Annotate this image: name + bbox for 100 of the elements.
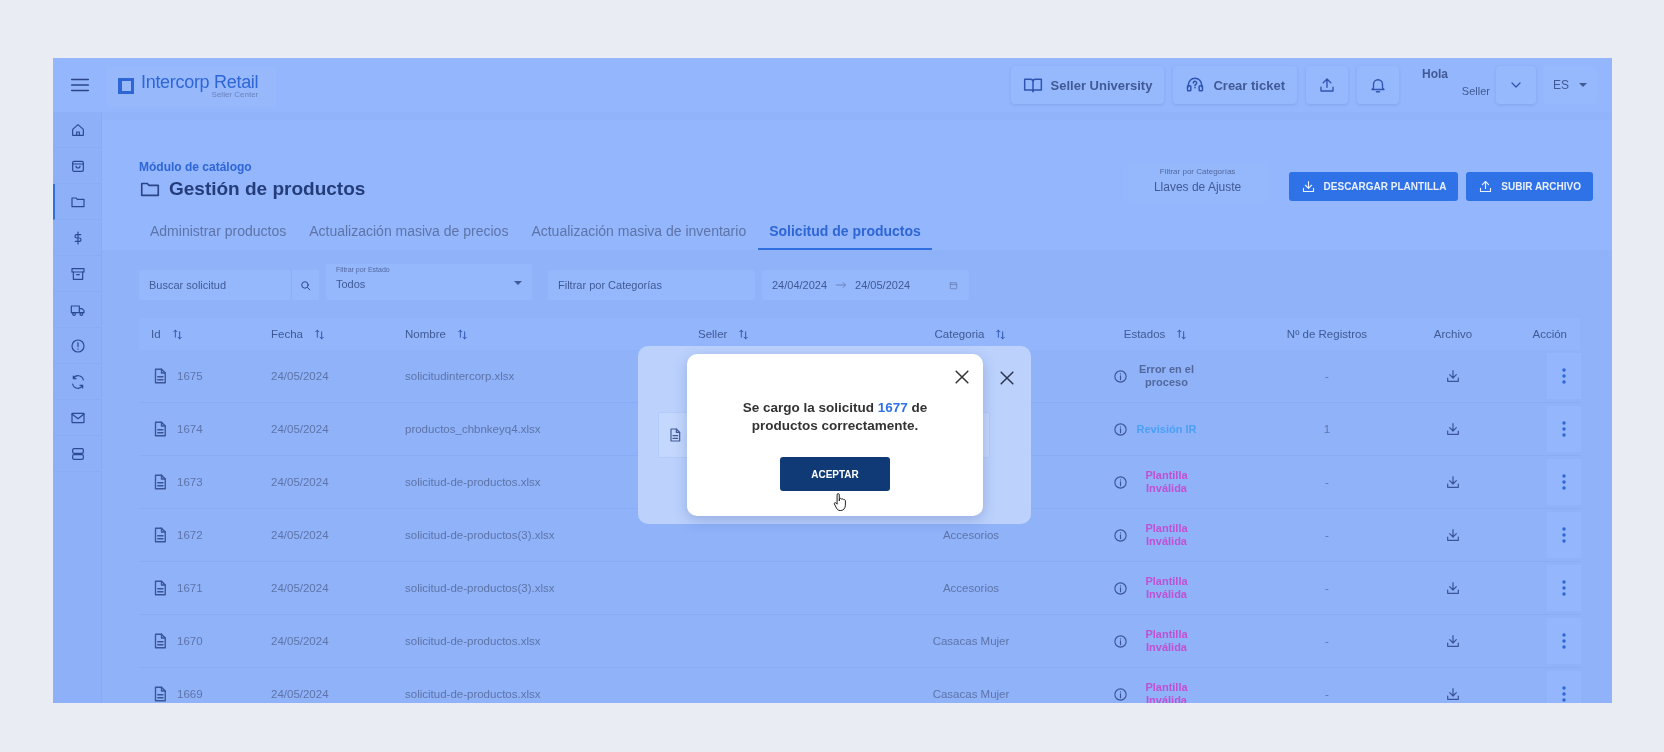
download-button[interactable] bbox=[1445, 527, 1461, 543]
status-text: Plantilla Inválida bbox=[1144, 575, 1189, 601]
tab[interactable]: Actualización masiva de inventario bbox=[520, 215, 758, 250]
caret-icon bbox=[1579, 83, 1587, 87]
tab[interactable]: Solicitud de productos bbox=[758, 215, 932, 250]
info-icon bbox=[1112, 368, 1128, 384]
table-cell: Accesorios bbox=[942, 529, 1000, 541]
table-cell: solicitud-de-productos.xlsx bbox=[405, 688, 541, 700]
create-ticket-button[interactable]: Crear ticket bbox=[1173, 66, 1297, 104]
column-header: Seller bbox=[698, 328, 728, 340]
table-cell: 24/05/2024 bbox=[271, 688, 329, 700]
table-cell: solicitud-de-productos.xlsx bbox=[405, 476, 541, 488]
info-icon bbox=[1112, 580, 1128, 596]
download-icon bbox=[1445, 527, 1461, 543]
arrow-icon bbox=[835, 279, 848, 291]
column-header: Acción bbox=[1532, 328, 1567, 340]
upload-button[interactable] bbox=[1306, 66, 1348, 104]
page-title: Gestión de productos bbox=[169, 178, 366, 200]
info-icon bbox=[1112, 421, 1128, 437]
table-cell: - bbox=[1325, 635, 1329, 647]
download-button[interactable] bbox=[1445, 421, 1461, 437]
table-cell: solicitudintercorp.xlsx bbox=[405, 370, 515, 382]
table-cell: - bbox=[1325, 582, 1329, 594]
table-cell: 1674 bbox=[177, 423, 203, 435]
table-cell: 24/05/2024 bbox=[271, 423, 329, 435]
table-cell: - bbox=[1325, 529, 1329, 541]
upload-file-button[interactable]: SUBIR ARCHIVO bbox=[1466, 172, 1593, 201]
info-icon bbox=[1112, 474, 1128, 490]
column-header: Categoria bbox=[934, 328, 985, 340]
upload-icon bbox=[1318, 76, 1336, 94]
download-button[interactable] bbox=[1445, 474, 1461, 490]
info-icon bbox=[1112, 686, 1128, 702]
tab[interactable]: Actualización masiva de precios bbox=[298, 215, 520, 250]
brand-name: Intercorp Retail bbox=[141, 73, 259, 91]
alert-icon bbox=[70, 337, 86, 354]
info-icon bbox=[1112, 633, 1128, 649]
tab[interactable]: Administrar productos bbox=[139, 215, 298, 250]
table-cell: - bbox=[1325, 688, 1329, 700]
download-icon bbox=[1300, 179, 1316, 194]
status-text: Plantilla Inválida bbox=[1144, 522, 1189, 548]
status-text: Plantilla Inválida bbox=[1144, 469, 1189, 495]
table-cell: - bbox=[1325, 370, 1329, 382]
more-actions-button[interactable] bbox=[1547, 512, 1581, 558]
download-button[interactable] bbox=[1445, 686, 1461, 702]
more-actions-button[interactable] bbox=[1547, 565, 1581, 611]
hand-cursor-icon bbox=[833, 492, 849, 512]
kebab-icon bbox=[1562, 686, 1566, 702]
table-cell: 1669 bbox=[177, 688, 203, 700]
search-icon bbox=[299, 278, 312, 292]
table-cell: solicitud-de-productos(3).xlsx bbox=[405, 582, 555, 594]
table-cell: 1672 bbox=[177, 529, 203, 541]
download-button[interactable] bbox=[1445, 580, 1461, 596]
home-icon bbox=[70, 121, 86, 138]
breadcrumb: Módulo de catálogo bbox=[139, 160, 253, 174]
download-template-button[interactable]: DESCARGAR PLANTILLA bbox=[1288, 172, 1459, 201]
user-name: Seller bbox=[1461, 85, 1490, 97]
search-field[interactable]: Buscar solicitud bbox=[139, 270, 291, 300]
bell-icon bbox=[1369, 76, 1387, 94]
table-cell: 24/05/2024 bbox=[271, 476, 329, 488]
download-icon bbox=[1445, 686, 1461, 702]
table-cell: 1673 bbox=[177, 476, 203, 488]
column-header: Archivo bbox=[1433, 328, 1473, 340]
kebab-icon bbox=[1562, 421, 1566, 437]
table-cell: 24/05/2024 bbox=[271, 635, 329, 647]
brand-subtitle: Seller Center bbox=[211, 91, 259, 99]
table-cell: 1671 bbox=[177, 582, 203, 594]
more-actions-button[interactable] bbox=[1547, 618, 1581, 664]
logo-icon bbox=[117, 77, 135, 95]
column-header: Id bbox=[151, 328, 161, 340]
kebab-icon bbox=[1562, 368, 1566, 384]
more-actions-button[interactable] bbox=[1547, 353, 1581, 399]
notifications-button[interactable] bbox=[1357, 66, 1399, 104]
server-icon bbox=[70, 445, 86, 462]
category-field[interactable]: Filtrar por Categorías bbox=[548, 270, 755, 300]
status-text: Plantilla Inválida bbox=[1144, 628, 1189, 654]
download-icon bbox=[1445, 633, 1461, 649]
download-button[interactable] bbox=[1445, 368, 1461, 384]
more-actions-button[interactable] bbox=[1547, 459, 1581, 505]
table-cell: Casacas Mujer bbox=[932, 688, 1010, 700]
table-cell: solicitud-de-productos(3).xlsx bbox=[405, 529, 555, 541]
kebab-icon bbox=[1562, 580, 1566, 596]
document-icon bbox=[667, 427, 683, 443]
table-cell: productos_chbnkeyq4.xlsx bbox=[405, 423, 541, 435]
dialog-message: Se cargo la solicitud 1677 de productos correctamente. bbox=[741, 399, 929, 436]
calendar-icon bbox=[948, 279, 959, 291]
more-actions-button[interactable] bbox=[1547, 406, 1581, 452]
download-icon bbox=[1445, 474, 1461, 490]
column-header: Nº de Registros bbox=[1286, 328, 1368, 340]
accept-button[interactable]: ACEPTAR bbox=[780, 457, 890, 492]
book-icon bbox=[1022, 75, 1043, 95]
download-icon bbox=[1445, 368, 1461, 384]
search-button[interactable] bbox=[291, 270, 319, 300]
download-icon bbox=[1445, 580, 1461, 596]
seller-university-button[interactable]: Seller University bbox=[1010, 66, 1165, 104]
date-range-field[interactable]: 24/04/2024 24/05/2024 bbox=[762, 270, 969, 300]
column-header: Fecha bbox=[271, 328, 303, 340]
archive-box-icon bbox=[70, 265, 86, 282]
download-button[interactable] bbox=[1445, 633, 1461, 649]
greeting: Hola bbox=[1421, 66, 1449, 81]
info-icon bbox=[1112, 527, 1128, 543]
